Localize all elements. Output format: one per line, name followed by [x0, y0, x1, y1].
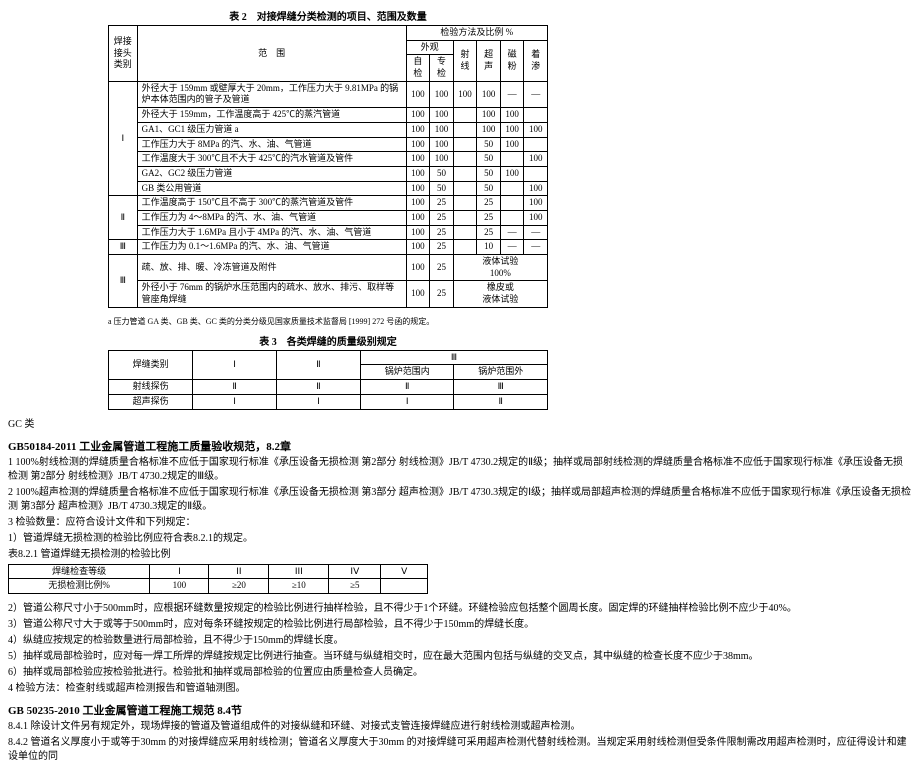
t3-h3: Ⅲ [360, 350, 547, 365]
p-3: 3 检验数量：应符合设计文件和下列规定： [8, 516, 912, 530]
table-row: 工作压力为 4～8MPa 的汽、水、油、气管道1002525100 [109, 210, 548, 225]
table-row: 工作温度大于 300℃且不大于 425℃的汽水管道及管件10010050100 [109, 152, 548, 167]
t2-h-range: 范 围 [137, 26, 406, 82]
table2-footnote: a 压力管道 GA 类、GB 类、GC 类的分类分级见国家质量技术监督局 [19… [108, 316, 548, 327]
table-row: Ⅲ工作压力为 0.1～1.6MPa 的汽、水、油、气管道1002510—— [109, 240, 548, 255]
p-4: 1）管道焊缝无损检测的检验比例应符合表8.2.1的规定。 [8, 532, 912, 546]
p2-6: 4 检验方法：检查射线或超声检测报告和管道轴测图。 [8, 682, 912, 696]
heading-gb50235: GB 50235-2010 工业金属管道工程施工规范 8.4节 [8, 702, 912, 718]
t2-range-cell: 工作压力为 4～8MPa 的汽、水、油、气管道 [137, 210, 406, 225]
t3-h1: Ⅰ [193, 350, 277, 379]
t2-range-cell: GB 类公用管道 [137, 181, 406, 196]
t2-cat-cell: Ⅲ [109, 240, 138, 255]
table-row: 工作压力大于 1.6MPa 且小于 4MPa 的汽、水、油、气管道1002525… [109, 225, 548, 240]
p3-2: 8.4.2 管道名义厚度小于或等于30mm 的对接焊缝应采用射线检测；管道名义厚… [8, 736, 912, 764]
t2-h-mt: 磁粉 [500, 40, 524, 81]
t2-range-cell: 疏、放、排、暖、冷冻管道及附件 [137, 255, 406, 281]
t2-h-rt: 射线 [453, 40, 477, 81]
gc-label: GC 类 [8, 418, 912, 432]
p2-4: 5）抽样或局部检验时，应对每一焊工所焊的焊缝按规定比例进行抽查。当环缝与纵缝相交… [8, 650, 912, 664]
t2-h-spec: 专检 [430, 55, 454, 81]
section-gc: GC 类 GB50184-2011 工业金属管道工程施工质量验收规范，8.2章 … [8, 418, 912, 562]
t4-h-grade: 焊缝检查等级 [9, 564, 150, 579]
t2-range-cell: 外径小于 76mm 的锅炉水压范围内的疏水、放水、排污、取样等管座角焊缝 [137, 281, 406, 307]
table3: 焊缝类别 Ⅰ Ⅱ Ⅲ 锅炉范围内 锅炉范围外 射线探伤ⅡⅡⅡⅢ超声探伤ⅠⅠⅠⅡ [108, 350, 548, 410]
p-2: 2 100%超声检测的焊缝质量合格标准不应低于国家现行标准《承压设备无损检测 第… [8, 486, 912, 514]
table-row: GB 类公用管道1005050100 [109, 181, 548, 196]
p2-3: 4）纵缝应按规定的检验数量进行局部检验，且不得少于150mm的焊缝长度。 [8, 634, 912, 648]
t2-h-pt: 着渗 [524, 40, 548, 81]
t2-range-cell: 外径大于 159mm 或壁厚大于 20mm，工作压力大于 9.81MPa 的锅炉… [137, 81, 406, 107]
table-row: 无损检测比例% 100 ≥20 ≥10 ≥5 [9, 579, 428, 594]
table-row: Ⅲ疏、放、排、暖、冷冻管道及附件10025液体试验 100% [109, 255, 548, 281]
p3-1: 8.4.1 除设计文件另有规定外，现场焊接的管道及管道组成件的对接纵缝和环缝、对… [8, 720, 912, 734]
p2-5: 6）抽样或局部检验应按检验批进行。检验批和抽样或局部检验的位置应由质量检查人员确… [8, 666, 912, 680]
table3-caption: 表 3 各类焊缝的质量级别规定 [108, 333, 548, 348]
t3-h-in: 锅炉范围内 [360, 365, 454, 380]
t2-range-cell: 工作温度高于 150℃且不高于 300℃的蒸汽管道及管件 [137, 196, 406, 211]
t4-h2: ⅠⅠ [209, 564, 269, 579]
t3-h-cat: 焊缝类别 [109, 350, 193, 379]
t2-cat-cell: Ⅰ [109, 81, 138, 196]
t2-range-cell: 工作温度大于 300℃且不大于 425℃的汽水管道及管件 [137, 152, 406, 167]
t2-range-cell: GA1、GC1 级压力管道 a [137, 122, 406, 137]
t4-h3: ⅠⅠⅠ [269, 564, 329, 579]
t2-h-joint: 焊接接头类别 [109, 26, 138, 82]
t3-h2: Ⅱ [277, 350, 361, 379]
t4-rowname: 无损检测比例% [9, 579, 150, 594]
t2-h-methods: 检验方法及比例 % [406, 26, 547, 41]
table-row: 超声探伤ⅠⅠⅠⅡ [109, 394, 548, 409]
t4-h5: Ⅴ [381, 564, 428, 579]
t2-h-self: 自检 [406, 55, 430, 81]
section-gb50235: GB 50235-2010 工业金属管道工程施工规范 8.4节 8.4.1 除设… [8, 702, 912, 764]
t2-range-cell: 工作压力大于 1.6MPa 且小于 4MPa 的汽、水、油、气管道 [137, 225, 406, 240]
t2-cat-cell: Ⅱ [109, 196, 138, 240]
table4: 焊缝检查等级 Ⅰ ⅠⅠ ⅠⅠⅠ ⅠⅤ Ⅴ 无损检测比例% 100 ≥20 ≥10… [8, 564, 428, 594]
table-row: 工作压力大于 8MPa 的汽、水、油、气管道10010050100 [109, 137, 548, 152]
t3-h-out: 锅炉范围外 [454, 365, 548, 380]
table-row: GA2、GC2 级压力管道1005050100 [109, 166, 548, 181]
section-list: 2）管道公称尺寸小于500mm时，应根据环缝数量按规定的检验比例进行抽样检验，且… [8, 602, 912, 696]
t2-h-ut: 超声 [477, 40, 501, 81]
table-row: 外径大于 159mm，工作温度高于 425℃的蒸汽管道100100100100 [109, 108, 548, 123]
p2-2: 3）管道公称尺寸大于或等于500mm时，应对每条环缝按规定的检验比例进行局部检验… [8, 618, 912, 632]
table-row: GA1、GC1 级压力管道 a100100100100100 [109, 122, 548, 137]
t2-cat-cell: Ⅲ [109, 255, 138, 308]
p-1: 1 100%射线检测的焊缝质量合格标准不应低于国家现行标准《承压设备无损检测 第… [8, 456, 912, 484]
t4-h1: Ⅰ [150, 564, 209, 579]
t2-h-outer: 外观 [406, 40, 453, 55]
table-row: Ⅱ工作温度高于 150℃且不高于 300℃的蒸汽管道及管件1002525100 [109, 196, 548, 211]
p2-1: 2）管道公称尺寸小于500mm时，应根据环缝数量按规定的检验比例进行抽样检验，且… [8, 602, 912, 616]
t4-h4: ⅠⅤ [329, 564, 381, 579]
t2-range-cell: GA2、GC2 级压力管道 [137, 166, 406, 181]
t2-range-cell: 外径大于 159mm，工作温度高于 425℃的蒸汽管道 [137, 108, 406, 123]
heading-gb50184: GB50184-2011 工业金属管道工程施工质量验收规范，8.2章 [8, 438, 912, 454]
table2: 焊接接头类别 范 围 检验方法及比例 % 外观 射线 超声 磁粉 着渗 自检 专… [108, 25, 548, 308]
table4-caption: 表8.2.1 管道焊缝无损检测的检验比例 [8, 548, 912, 562]
t2-range-cell: 工作压力为 0.1～1.6MPa 的汽、水、油、气管道 [137, 240, 406, 255]
table-row: Ⅰ外径大于 159mm 或壁厚大于 20mm，工作压力大于 9.81MPa 的锅… [109, 81, 548, 107]
table-row: 射线探伤ⅡⅡⅡⅢ [109, 380, 548, 395]
t2-range-cell: 工作压力大于 8MPa 的汽、水、油、气管道 [137, 137, 406, 152]
table-row: 外径小于 76mm 的锅炉水压范围内的疏水、放水、排污、取样等管座角焊缝1002… [109, 281, 548, 307]
table2-caption: 表 2 对接焊缝分类检测的项目、范围及数量 [108, 8, 548, 23]
